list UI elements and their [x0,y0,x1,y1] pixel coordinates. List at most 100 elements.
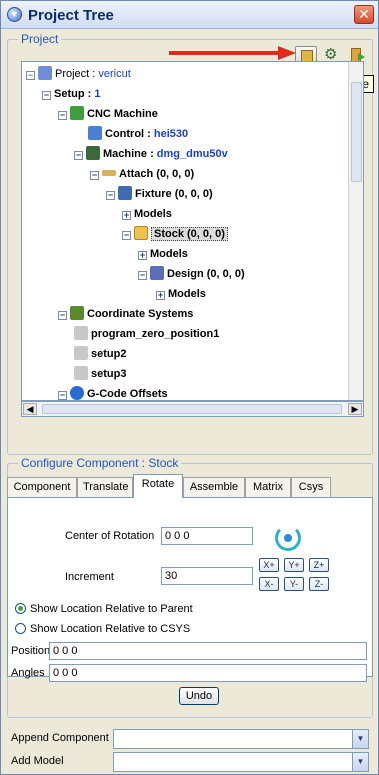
csys-icon [74,346,88,360]
z-minus-button[interactable]: Z- [309,577,329,591]
tree-node-label: Control : [105,128,154,140]
tree-node-label: Project : [55,68,99,80]
csys-icon [74,366,88,380]
tree-node-csys[interactable]: setup3 [74,364,126,384]
tree-node-cnc-machine[interactable]: − CNC Machine [58,104,158,124]
configure-legend: Configure Component : Stock [18,456,182,470]
tab-component[interactable]: Component [7,477,77,497]
tree-node-project[interactable]: − Project : vericut [26,64,131,84]
tree-node-label: Design (0, 0, 0) [167,268,245,280]
collapse-icon[interactable]: − [26,71,35,80]
machine-icon [70,106,84,120]
tree-node-label: Setup : [54,88,95,100]
tree-node-design[interactable]: − Design (0, 0, 0) [138,264,245,284]
tree-node-csys[interactable]: setup2 [74,344,126,364]
radio-relative-to-parent[interactable]: Show Location Relative to Parent [15,603,193,615]
y-minus-button[interactable]: Y- [284,577,304,591]
tree-node-stock[interactable]: − Stock (0, 0, 0) [122,224,228,244]
window-title: Project Tree [28,7,114,24]
scroll-thumb[interactable] [42,404,342,414]
scroll-left-icon[interactable]: ◀ [23,403,37,415]
radio-label: Show Location Relative to CSYS [30,623,191,635]
tree-node-label: setup3 [91,368,127,380]
expand-icon[interactable]: + [138,251,147,260]
tree-node-label: CNC Machine [87,108,158,120]
tree-horizontal-scrollbar[interactable]: ◀ ▶ [21,401,364,417]
tree-node-label: Attach (0, 0, 0) [119,168,195,180]
collapse-icon[interactable]: − [106,191,115,200]
tree-node-models[interactable]: + Models [122,204,172,224]
tree-node-attach[interactable]: − Attach (0, 0, 0) [90,164,194,184]
angles-label: Angles [11,667,45,679]
radio-checked-icon[interactable] [15,603,26,614]
collapse-icon[interactable]: − [122,231,131,240]
collapse-icon[interactable]: − [58,391,67,400]
tree-node-label: Stock (0, 0, 0) [151,227,228,241]
collapse-icon[interactable]: − [74,151,83,160]
tree-node-label: program_zero_position1 [91,328,220,340]
increment-label: Increment [65,571,114,583]
y-plus-button[interactable]: Y+ [284,558,304,572]
z-plus-button[interactable]: Z+ [309,558,329,572]
tab-translate[interactable]: Translate [77,477,133,497]
collapse-icon[interactable]: − [42,91,51,100]
fixture-icon [118,186,132,200]
x-minus-button[interactable]: X- [259,577,279,591]
tree-node-machine[interactable]: − Machine : dmg_dmu50v [74,144,228,164]
tree-node-label: Models [150,248,188,260]
project-icon [38,66,52,80]
collapse-icon[interactable]: − [138,271,147,280]
scroll-thumb[interactable] [351,82,362,182]
tab-csys[interactable]: Csys [291,477,331,497]
control-icon [88,126,102,140]
tree-node-value: 1 [94,88,101,100]
increment-field[interactable]: 30 [161,567,253,585]
append-component-label: Append Component [11,732,109,744]
radio-unchecked-icon[interactable] [15,623,26,634]
position-field[interactable]: 0 0 0 [49,642,367,660]
tree-node-fixture[interactable]: − Fixture (0, 0, 0) [106,184,213,204]
red-arrow-head [278,46,296,60]
chevron-down-icon[interactable]: ▼ [352,753,368,771]
title-bar: Project Tree ✕ [1,1,378,29]
stock-icon [134,226,148,240]
add-model-row: Add Model ▼ [9,752,373,772]
radio-relative-to-csys[interactable]: Show Location Relative to CSYS [15,623,190,635]
tree-node-label: Models [168,288,206,300]
expand-icon[interactable]: + [122,211,131,220]
tab-assemble[interactable]: Assemble [183,477,245,497]
tree-node-coordinate-systems[interactable]: − Coordinate Systems [58,304,193,324]
tree-node-setup[interactable]: − Setup : 1 [42,84,100,104]
radio-label: Show Location Relative to Parent [30,603,193,615]
append-component-row: Append Component ▼ [9,729,373,749]
tree-node-models[interactable]: + Models [156,284,206,304]
rotate-icon[interactable] [275,525,301,551]
x-plus-button[interactable]: X+ [259,558,279,572]
tree-node-gcode-offsets[interactable]: − G-Code Offsets [58,384,168,400]
tree-vertical-scrollbar[interactable] [348,62,363,400]
expand-icon[interactable]: + [156,291,165,300]
angles-field[interactable]: 0 0 0 [49,664,367,682]
collapse-icon[interactable]: − [58,111,67,120]
project-legend: Project [18,32,62,46]
collapse-icon[interactable]: − [90,171,99,180]
append-component-select[interactable]: ▼ [113,729,369,749]
attach-icon [102,170,116,176]
chevron-down-icon[interactable]: ▼ [352,730,368,748]
undo-button[interactable]: Undo [179,687,219,705]
tab-matrix[interactable]: Matrix [245,477,291,497]
tree-node-control[interactable]: Control : hei530 [88,124,188,144]
center-of-rotation-field[interactable]: 0 0 0 [161,527,253,545]
tree-node-label: Machine : [103,148,157,160]
tree-node-models[interactable]: + Models [138,244,188,264]
collapse-icon[interactable]: − [58,311,67,320]
tree-node-label: G-Code Offsets [87,388,168,400]
add-model-select[interactable]: ▼ [113,752,369,772]
tab-rotate[interactable]: Rotate [133,474,183,498]
close-button[interactable]: ✕ [354,5,374,24]
tree-node-label: Coordinate Systems [87,308,194,320]
scroll-right-icon[interactable]: ▶ [348,403,362,415]
project-tree[interactable]: − Project : vericut − Setup : 1 − CNC Machi… [21,61,364,401]
tree-node-label: setup2 [91,348,127,360]
tree-node-csys[interactable]: program_zero_position1 [74,324,219,344]
